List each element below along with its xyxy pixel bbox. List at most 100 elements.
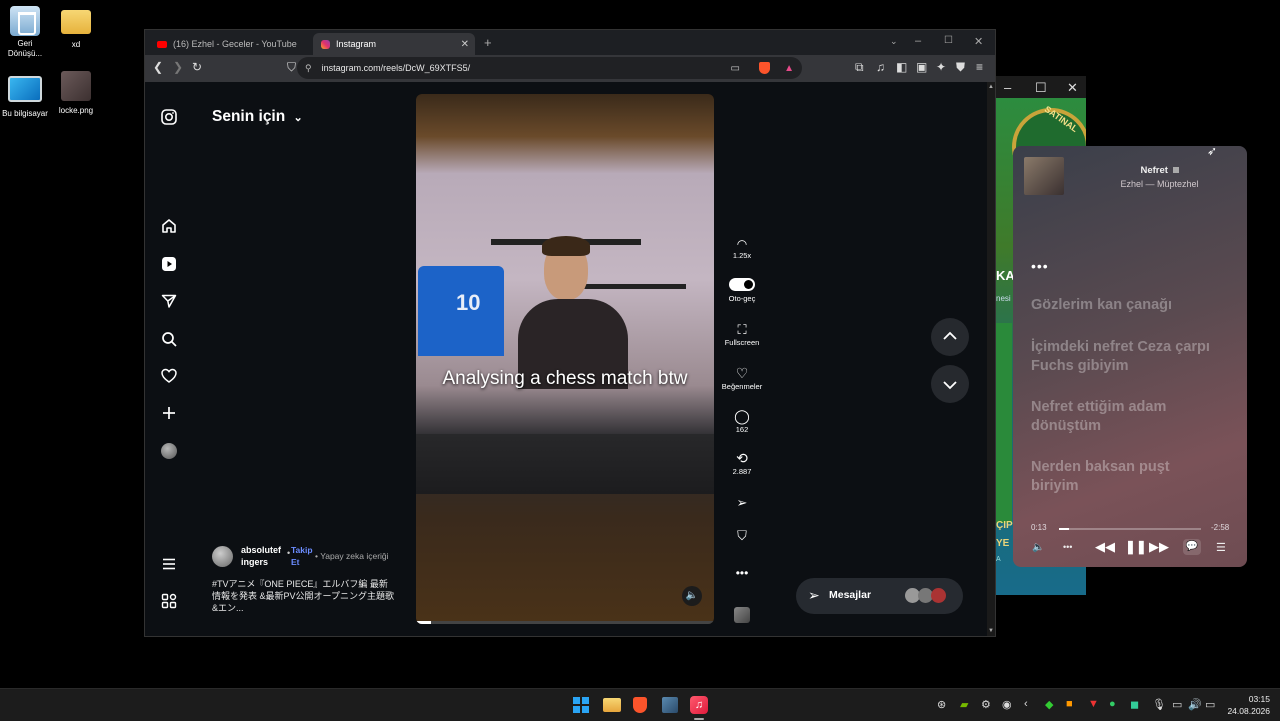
reel-video[interactable]: 10 Analysing a chess match btw 🔈 xyxy=(416,94,714,624)
mute-button[interactable]: 🔈 xyxy=(682,586,702,606)
battery-icon[interactable]: ▭ xyxy=(1205,698,1215,711)
menu-icon[interactable]: ≡ xyxy=(976,60,983,74)
follow-button[interactable]: Takip Et xyxy=(291,544,313,568)
sidebar-icon[interactable]: ◧ xyxy=(896,60,907,74)
cast-icon[interactable]: ▭ xyxy=(731,63,740,74)
desktop-icon-xd-folder[interactable]: xd xyxy=(51,8,101,50)
more-menu-icon[interactable] xyxy=(161,556,177,572)
desktop-icon-recycle-bin[interactable]: Geri Dönüşü... xyxy=(0,6,50,59)
pause-icon[interactable]: ❚❚ xyxy=(1125,539,1147,555)
network-icon[interactable]: ▭ xyxy=(1172,698,1182,711)
instagram-logo-icon[interactable] xyxy=(161,109,177,125)
close-icon[interactable]: ✕ xyxy=(1067,80,1078,96)
game-app-icon[interactable] xyxy=(662,697,678,713)
more-options-button[interactable]: ••• xyxy=(720,566,764,580)
tab-list-chevron-icon[interactable]: ⌄ xyxy=(890,36,898,47)
remaining-time: -2:58 xyxy=(1211,523,1230,532)
apple-music-icon[interactable]: ♫ xyxy=(690,696,708,714)
previous-track-icon[interactable]: ◀◀ xyxy=(1095,539,1115,555)
new-tab-icon[interactable]: + xyxy=(484,35,492,50)
next-reel-button[interactable] xyxy=(931,365,969,403)
like-button[interactable]: ♡ Beğenmeler xyxy=(720,365,764,391)
music-player-widget[interactable]: Nefret Ezhel — Müptezhel ••• Gözlerim ka… xyxy=(1013,146,1247,567)
maximize-icon[interactable]: ☐ xyxy=(1035,80,1047,96)
tray-app-icon[interactable]: ◆ xyxy=(1045,698,1053,711)
create-plus-icon[interactable] xyxy=(161,405,177,421)
file-explorer-icon[interactable] xyxy=(603,698,621,712)
save-button[interactable]: ⛉ xyxy=(720,528,764,544)
author-avatar[interactable] xyxy=(212,546,233,567)
tray-app-icon[interactable]: ⚙ xyxy=(981,698,991,711)
notifications-heart-icon[interactable] xyxy=(161,368,177,384)
next-track-icon[interactable]: ▶▶ xyxy=(1149,539,1169,555)
brave-browser-icon[interactable] xyxy=(633,697,647,713)
browser-window[interactable]: (16) Ezhel - Geceler - YouTube Instagram… xyxy=(144,29,996,637)
clock-time[interactable]: 03:15 xyxy=(1240,694,1270,704)
tray-app-icon[interactable]: ◼ xyxy=(1130,698,1139,711)
back-icon[interactable]: ❮ xyxy=(153,60,163,74)
scroll-up-arrow[interactable]: ▲ xyxy=(988,84,994,90)
brave-shield-icon[interactable] xyxy=(759,62,770,74)
share-button[interactable]: ➢ xyxy=(720,495,764,511)
repost-button[interactable]: ⟲ 2.887 xyxy=(720,450,764,476)
also-from-meta-icon[interactable] xyxy=(161,593,177,609)
maximize-icon[interactable]: ☐ xyxy=(944,35,953,46)
site-info-icon[interactable]: ⚲ xyxy=(305,63,312,74)
album-art[interactable] xyxy=(1024,157,1064,195)
brave-rewards-icon[interactable]: ▲ xyxy=(784,63,794,74)
discord-icon[interactable]: ◉ xyxy=(1002,698,1012,711)
audio-thumbnail[interactable] xyxy=(734,607,750,623)
close-tab-icon[interactable]: ✕ xyxy=(461,39,469,50)
nvidia-icon[interactable]: ▰ xyxy=(960,698,968,711)
desktop-icon-locke-png[interactable]: locke.png xyxy=(51,71,101,116)
vpn-icon[interactable]: ⛊ xyxy=(956,60,965,75)
more-options-icon[interactable]: ••• xyxy=(1063,542,1072,552)
tray-app-icon[interactable]: ‹ xyxy=(1024,698,1028,710)
video-progress-track[interactable] xyxy=(416,621,714,624)
microphone-icon[interactable]: 🎙 xyxy=(1152,698,1166,711)
clock-date[interactable]: 24.08.2026 xyxy=(1222,706,1270,716)
extensions-icon[interactable]: ⧉ xyxy=(855,60,864,75)
wallet-icon[interactable]: ▣ xyxy=(916,60,927,74)
leo-ai-icon[interactable]: ✦ xyxy=(936,60,946,74)
autoplay-toggle[interactable]: Oto-geç xyxy=(720,278,764,303)
bookmark-icon[interactable]: ⛉ xyxy=(287,60,296,75)
minimize-icon[interactable]: – xyxy=(915,35,921,47)
minimize-icon[interactable]: – xyxy=(1004,80,1011,95)
reels-icon[interactable] xyxy=(161,256,177,272)
tray-app-icon[interactable]: ▼ xyxy=(1088,698,1099,710)
scroll-down-arrow[interactable]: ▼ xyxy=(988,628,994,634)
profile-avatar[interactable] xyxy=(161,443,177,459)
home-icon[interactable] xyxy=(161,218,177,234)
queue-list-icon[interactable]: ☰ xyxy=(1216,541,1226,554)
tab-instagram[interactable]: Instagram ✕ xyxy=(313,33,475,55)
comment-button[interactable]: ◯ 162 xyxy=(720,408,764,434)
close-icon[interactable]: ✕ xyxy=(974,35,983,48)
feed-title[interactable]: Senin için ⌄ xyxy=(212,108,303,126)
volume-icon[interactable]: 🔊 xyxy=(1188,698,1202,711)
tab-youtube[interactable]: (16) Ezhel - Geceler - YouTube xyxy=(151,33,309,55)
forward-icon[interactable]: ❯ xyxy=(173,60,183,74)
page-scrollbar[interactable]: ▲ ▼ xyxy=(987,82,995,636)
game-window-titlebar[interactable]: – ☐ ✕ xyxy=(994,76,1086,98)
author-username[interactable]: absolutef ingers xyxy=(241,544,285,568)
volume-icon[interactable]: 🔈 xyxy=(1032,542,1044,553)
lyrics-icon[interactable]: 💬 xyxy=(1183,539,1201,555)
playback-speed-button[interactable]: ◠ 1.25x xyxy=(720,237,764,260)
fullscreen-button[interactable]: ⛶ Fullscreen xyxy=(720,322,764,347)
reload-icon[interactable]: ↻ xyxy=(192,60,202,74)
desktop-icon-this-pc[interactable]: Bu bilgisayar xyxy=(0,73,50,119)
speed-label: 1.25x xyxy=(732,251,752,260)
messages-button[interactable]: ➢ Mesajlar xyxy=(796,578,963,614)
media-icon[interactable]: ♫ xyxy=(876,60,885,74)
tray-app-icon[interactable]: ● xyxy=(1109,698,1116,710)
start-button[interactable] xyxy=(573,697,589,713)
song-progress-track[interactable] xyxy=(1059,528,1201,530)
tray-app-icon[interactable]: ■ xyxy=(1066,698,1073,710)
address-bar[interactable]: ⚲ instagram.com/reels/DcW_69XTFS5/ ▭ ▲ xyxy=(297,57,802,79)
tray-app-icon[interactable]: ⊛ xyxy=(937,698,946,711)
direct-messages-icon[interactable] xyxy=(161,293,177,309)
previous-reel-button[interactable] xyxy=(931,318,969,356)
speedometer-icon: ◠ xyxy=(736,237,748,251)
search-icon[interactable] xyxy=(161,331,177,347)
